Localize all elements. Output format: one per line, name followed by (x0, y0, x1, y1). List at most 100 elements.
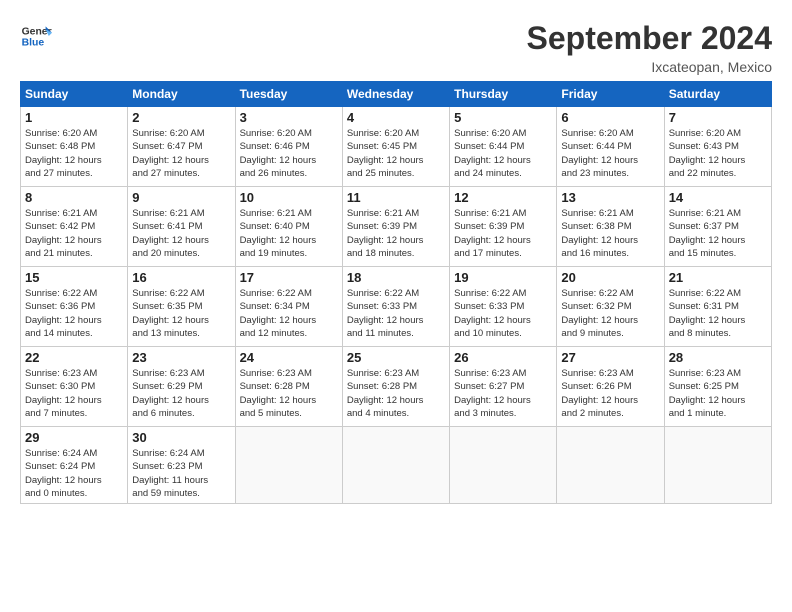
day-number: 3 (240, 110, 338, 125)
day-detail: Sunrise: 6:20 AM Sunset: 6:47 PM Dayligh… (132, 127, 230, 180)
day-number: 18 (347, 270, 445, 285)
table-row: 24 Sunrise: 6:23 AM Sunset: 6:28 PM Dayli… (235, 347, 342, 427)
day-detail: Sunrise: 6:22 AM Sunset: 6:32 PM Dayligh… (561, 287, 659, 340)
table-row: 22 Sunrise: 6:23 AM Sunset: 6:30 PM Dayli… (21, 347, 128, 427)
day-number: 14 (669, 190, 767, 205)
day-number: 5 (454, 110, 552, 125)
table-row: 23Sunrise: 6:23 AM Sunset: 6:29 PM Dayli… (128, 347, 235, 427)
day-number: 11 (347, 190, 445, 205)
title-block: September 2024 Ixcateopan, Mexico (527, 20, 772, 75)
table-row: 30 Sunrise: 6:24 AM Sunset: 6:23 PM Dayli… (128, 427, 235, 504)
table-row: 7 Sunrise: 6:20 AM Sunset: 6:43 PM Daylig… (664, 107, 771, 187)
table-row: 11 Sunrise: 6:21 AM Sunset: 6:39 PM Dayli… (342, 187, 449, 267)
col-saturday: Saturday (664, 82, 771, 107)
day-detail: Sunrise: 6:20 AM Sunset: 6:43 PM Dayligh… (669, 127, 767, 180)
day-number: 26 (454, 350, 552, 365)
day-detail: Sunrise: 6:24 AM Sunset: 6:24 PM Dayligh… (25, 447, 123, 500)
day-detail: Sunrise: 6:22 AM Sunset: 6:34 PM Dayligh… (240, 287, 338, 340)
day-number: 2 (132, 110, 230, 125)
table-row: 10Sunrise: 6:21 AM Sunset: 6:40 PM Dayli… (235, 187, 342, 267)
table-row: 13 Sunrise: 6:21 AM Sunset: 6:38 PM Dayli… (557, 187, 664, 267)
day-detail: Sunrise: 6:23 AM Sunset: 6:27 PM Dayligh… (454, 367, 552, 420)
col-wednesday: Wednesday (342, 82, 449, 107)
day-number: 17 (240, 270, 338, 285)
day-number: 12 (454, 190, 552, 205)
day-number: 27 (561, 350, 659, 365)
table-row: 12Sunrise: 6:21 AM Sunset: 6:39 PM Dayli… (450, 187, 557, 267)
table-row: 16Sunrise: 6:22 AM Sunset: 6:35 PM Dayli… (128, 267, 235, 347)
day-detail: Sunrise: 6:23 AM Sunset: 6:25 PM Dayligh… (669, 367, 767, 420)
col-monday: Monday (128, 82, 235, 107)
day-number: 19 (454, 270, 552, 285)
table-row: 5Sunrise: 6:20 AM Sunset: 6:44 PM Daylig… (450, 107, 557, 187)
day-detail: Sunrise: 6:21 AM Sunset: 6:42 PM Dayligh… (25, 207, 123, 260)
table-row (664, 427, 771, 504)
day-detail: Sunrise: 6:23 AM Sunset: 6:26 PM Dayligh… (561, 367, 659, 420)
col-tuesday: Tuesday (235, 82, 342, 107)
table-row: 8 Sunrise: 6:21 AM Sunset: 6:42 PM Daylig… (21, 187, 128, 267)
day-number: 4 (347, 110, 445, 125)
day-number: 29 (25, 430, 123, 445)
day-detail: Sunrise: 6:22 AM Sunset: 6:36 PM Dayligh… (25, 287, 123, 340)
table-row: 17 Sunrise: 6:22 AM Sunset: 6:34 PM Dayli… (235, 267, 342, 347)
table-row (235, 427, 342, 504)
day-number: 8 (25, 190, 123, 205)
table-row: 27 Sunrise: 6:23 AM Sunset: 6:26 PM Dayli… (557, 347, 664, 427)
day-number: 28 (669, 350, 767, 365)
col-thursday: Thursday (450, 82, 557, 107)
day-number: 6 (561, 110, 659, 125)
day-detail: Sunrise: 6:20 AM Sunset: 6:44 PM Dayligh… (561, 127, 659, 180)
calendar-table: Sunday Monday Tuesday Wednesday Thursday… (20, 81, 772, 504)
day-detail: Sunrise: 6:22 AM Sunset: 6:35 PM Dayligh… (132, 287, 230, 340)
col-sunday: Sunday (21, 82, 128, 107)
table-row: 28 Sunrise: 6:23 AM Sunset: 6:25 PM Dayli… (664, 347, 771, 427)
day-detail: Sunrise: 6:21 AM Sunset: 6:39 PM Dayligh… (347, 207, 445, 260)
table-row: 25 Sunrise: 6:23 AM Sunset: 6:28 PM Dayli… (342, 347, 449, 427)
day-number: 20 (561, 270, 659, 285)
table-row: 2 Sunrise: 6:20 AM Sunset: 6:47 PM Daylig… (128, 107, 235, 187)
day-detail: Sunrise: 6:24 AM Sunset: 6:23 PM Dayligh… (132, 447, 230, 500)
table-row (557, 427, 664, 504)
table-row: 19 Sunrise: 6:22 AM Sunset: 6:33 PM Dayli… (450, 267, 557, 347)
table-row: 6 Sunrise: 6:20 AM Sunset: 6:44 PM Daylig… (557, 107, 664, 187)
day-detail: Sunrise: 6:21 AM Sunset: 6:41 PM Dayligh… (132, 207, 230, 260)
day-number: 22 (25, 350, 123, 365)
day-detail: Sunrise: 6:23 AM Sunset: 6:30 PM Dayligh… (25, 367, 123, 420)
day-detail: Sunrise: 6:22 AM Sunset: 6:33 PM Dayligh… (347, 287, 445, 340)
svg-text:Blue: Blue (22, 38, 45, 49)
table-row: 4 Sunrise: 6:20 AM Sunset: 6:45 PM Daylig… (342, 107, 449, 187)
day-number: 21 (669, 270, 767, 285)
day-detail: Sunrise: 6:22 AM Sunset: 6:33 PM Dayligh… (454, 287, 552, 340)
table-row: 29 Sunrise: 6:24 AM Sunset: 6:24 PM Dayli… (21, 427, 128, 504)
table-row: 3 Sunrise: 6:20 AM Sunset: 6:46 PM Daylig… (235, 107, 342, 187)
day-detail: Sunrise: 6:20 AM Sunset: 6:46 PM Dayligh… (240, 127, 338, 180)
calendar-header-row: Sunday Monday Tuesday Wednesday Thursday… (21, 82, 772, 107)
day-detail: Sunrise: 6:21 AM Sunset: 6:37 PM Dayligh… (669, 207, 767, 260)
header: General Blue September 2024 Ixcateopan, … (20, 20, 772, 75)
table-row (450, 427, 557, 504)
table-row (342, 427, 449, 504)
day-detail: Sunrise: 6:21 AM Sunset: 6:38 PM Dayligh… (561, 207, 659, 260)
table-row: 20 Sunrise: 6:22 AM Sunset: 6:32 PM Dayli… (557, 267, 664, 347)
table-row: 18 Sunrise: 6:22 AM Sunset: 6:33 PM Dayli… (342, 267, 449, 347)
location: Ixcateopan, Mexico (527, 59, 772, 75)
day-detail: Sunrise: 6:20 AM Sunset: 6:48 PM Dayligh… (25, 127, 123, 180)
table-row: 15 Sunrise: 6:22 AM Sunset: 6:36 PM Dayli… (21, 267, 128, 347)
day-detail: Sunrise: 6:23 AM Sunset: 6:29 PM Dayligh… (132, 367, 230, 420)
day-number: 1 (25, 110, 123, 125)
table-row: 1 Sunrise: 6:20 AM Sunset: 6:48 PM Daylig… (21, 107, 128, 187)
logo: General Blue (20, 20, 52, 52)
day-number: 15 (25, 270, 123, 285)
day-number: 13 (561, 190, 659, 205)
day-number: 25 (347, 350, 445, 365)
day-number: 24 (240, 350, 338, 365)
day-detail: Sunrise: 6:23 AM Sunset: 6:28 PM Dayligh… (347, 367, 445, 420)
day-number: 30 (132, 430, 230, 445)
col-friday: Friday (557, 82, 664, 107)
day-detail: Sunrise: 6:20 AM Sunset: 6:45 PM Dayligh… (347, 127, 445, 180)
day-number: 7 (669, 110, 767, 125)
table-row: 26 Sunrise: 6:23 AM Sunset: 6:27 PM Dayli… (450, 347, 557, 427)
table-row: 9Sunrise: 6:21 AM Sunset: 6:41 PM Daylig… (128, 187, 235, 267)
page: General Blue September 2024 Ixcateopan, … (0, 0, 792, 514)
day-detail: Sunrise: 6:23 AM Sunset: 6:28 PM Dayligh… (240, 367, 338, 420)
